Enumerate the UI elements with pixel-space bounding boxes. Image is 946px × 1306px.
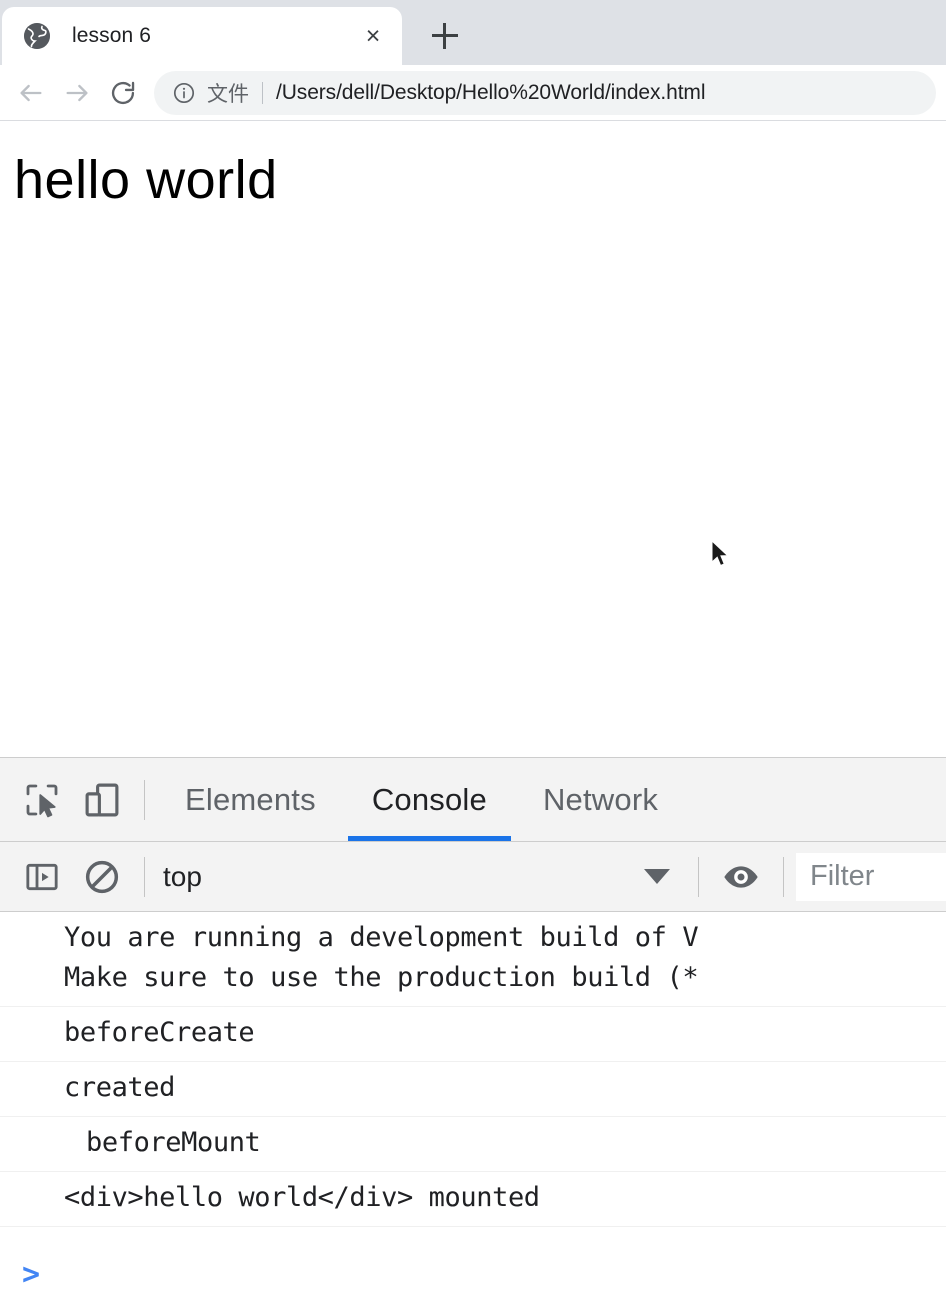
console-filter-bar: top Filter	[0, 842, 946, 912]
device-toolbar-icon[interactable]	[72, 770, 132, 830]
chevron-down-icon	[644, 869, 670, 884]
mouse-cursor	[711, 539, 733, 570]
console-context-value: top	[163, 860, 202, 892]
page-viewport: hello world	[0, 121, 946, 757]
reload-button[interactable]	[100, 70, 146, 116]
filterbar-divider-1	[144, 856, 145, 897]
browser-toolbar: 文件 /Users/dell/Desktop/Hello%20World/ind…	[0, 65, 946, 121]
tab-console[interactable]: Console	[344, 758, 515, 841]
devtools-tabbar: Elements Console Network	[0, 758, 946, 842]
console-message-text: <div>hello world</div> mounted	[64, 1181, 540, 1213]
prompt-chevron-icon: >	[22, 1257, 41, 1292]
console-message[interactable]: You are running a development build of V…	[0, 912, 946, 1007]
console-message[interactable]: created	[0, 1062, 946, 1117]
tab-console-label: Console	[371, 781, 487, 817]
console-message-text: You are running a development build of V	[64, 922, 699, 953]
console-message-list: You are running a development build of V…	[0, 912, 946, 1244]
console-message[interactable]: beforeCreate	[0, 1007, 946, 1062]
filterbar-divider-3	[783, 856, 784, 897]
devtools-tab-list: Elements Console Network	[157, 758, 686, 841]
inspect-element-icon[interactable]	[12, 770, 72, 830]
console-filter-input[interactable]: Filter	[796, 852, 946, 901]
console-message-text: beforeMount	[86, 1126, 261, 1158]
globe-icon	[24, 23, 50, 49]
address-bar[interactable]: 文件 /Users/dell/Desktop/Hello%20World/ind…	[154, 70, 936, 115]
omnibox-divider	[262, 81, 263, 104]
console-message-text: Make sure to use the production build (*	[64, 961, 699, 993]
toolbar-divider	[144, 779, 145, 820]
devtools-panel: Elements Console Network top Filter You …	[0, 757, 946, 1306]
browser-tab[interactable]: lesson 6 ×	[2, 7, 402, 65]
tab-title: lesson 6	[72, 24, 152, 47]
browser-window: lesson 6 × 文件 /Users/dell/Desktop/Hello%…	[0, 0, 946, 1306]
console-input-prompt[interactable]: >	[0, 1244, 946, 1306]
console-message[interactable]: <div>hello world</div> mounted	[0, 1172, 946, 1227]
eye-icon[interactable]	[711, 847, 771, 907]
plus-icon	[432, 23, 458, 49]
tab-network-label: Network	[542, 781, 659, 817]
back-button[interactable]	[8, 70, 54, 116]
page-title: hello world	[14, 150, 278, 210]
forward-button[interactable]	[54, 70, 100, 116]
info-circle-icon[interactable]	[172, 81, 196, 105]
console-message-text: created	[64, 1071, 175, 1103]
tab-elements-label: Elements	[185, 781, 316, 817]
tab-elements[interactable]: Elements	[157, 758, 344, 841]
console-context-selector[interactable]: top	[157, 854, 686, 900]
console-filter-placeholder: Filter	[810, 860, 875, 892]
new-tab-button[interactable]	[416, 7, 474, 65]
tab-network[interactable]: Network	[515, 758, 686, 841]
url-text: /Users/dell/Desktop/Hello%20World/index.…	[276, 80, 706, 104]
close-icon[interactable]: ×	[358, 21, 388, 51]
console-message[interactable]: beforeMount	[0, 1117, 946, 1172]
console-sidebar-toggle-icon[interactable]	[12, 847, 72, 907]
tab-strip: lesson 6 ×	[0, 0, 946, 65]
clear-console-icon[interactable]	[72, 847, 132, 907]
filterbar-divider-2	[698, 856, 699, 897]
console-message-text: beforeCreate	[64, 1016, 255, 1048]
url-scheme-label: 文件	[207, 82, 249, 106]
